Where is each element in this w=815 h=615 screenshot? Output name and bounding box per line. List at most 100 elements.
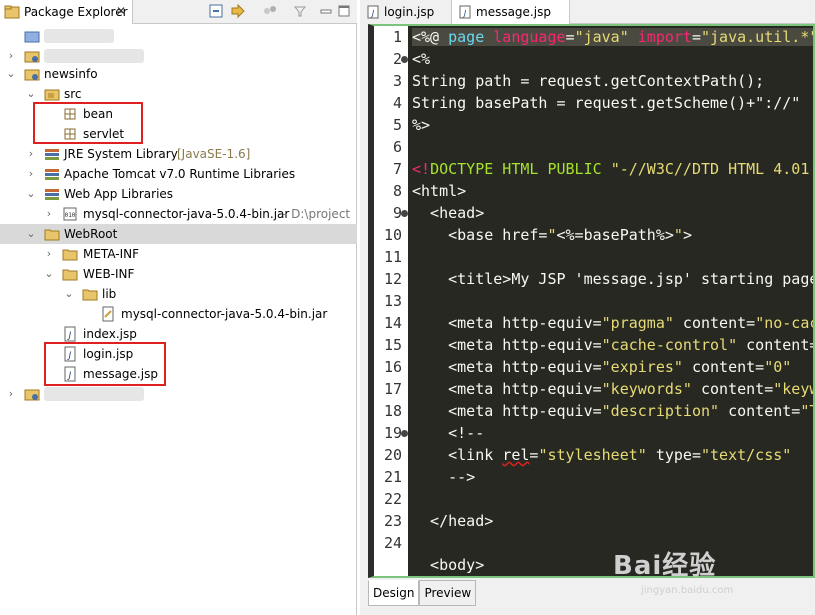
svg-text:010: 010	[65, 212, 76, 219]
line-number: 5	[392, 116, 402, 134]
fold-marker-icon[interactable]	[401, 56, 408, 63]
minimize-icon[interactable]	[318, 3, 334, 19]
watermark: Bai经验 jingyan.baidu.com	[613, 539, 793, 609]
code-line-2: <%	[412, 50, 431, 68]
chevron-right-icon[interactable]: ›	[26, 164, 36, 184]
chevron-down-icon[interactable]: ⌄	[26, 84, 36, 104]
tree-item-webapp-libraries[interactable]: ⌄ Web App Libraries	[0, 184, 357, 204]
code-line-7: <!DOCTYPE HTML PUBLIC "-//W3C//DTD HTML …	[412, 160, 810, 178]
tree-item-hidden-3[interactable]: ›	[0, 384, 357, 404]
code-line-23: </head>	[412, 512, 494, 530]
tree-label: newsinfo	[44, 67, 98, 81]
code-line-20: <link rel="stylesheet" type="text/css"	[412, 446, 792, 464]
fold-marker-icon[interactable]	[401, 210, 408, 217]
tree-item-meta-inf[interactable]: › META-INF	[0, 244, 357, 264]
tree-item-tomcat[interactable]: › Apache Tomcat v7.0 Runtime Libraries	[0, 164, 357, 184]
tree-label: JRE System Library	[64, 147, 178, 161]
folder-open-icon	[44, 229, 60, 241]
tree-label: Web App Libraries	[64, 187, 174, 201]
tree-label: WebRoot	[64, 227, 118, 241]
chevron-right-icon[interactable]: ›	[6, 384, 16, 404]
tree-item-hidden-1[interactable]	[0, 26, 357, 46]
folder-open-icon	[62, 269, 78, 281]
tree-item-src[interactable]: ⌄ src	[0, 84, 357, 104]
redacted-label	[44, 387, 144, 401]
folder-icon	[62, 249, 78, 261]
line-number: 12	[383, 270, 402, 288]
source-folder-icon	[44, 89, 60, 101]
code-line-19: <!--	[412, 424, 485, 442]
tree-item-jre[interactable]: › JRE System Library [JavaSE-1.6]	[0, 144, 357, 164]
tab-package-explorer[interactable]: Package Explorer ✕	[0, 0, 133, 24]
line-number: 3	[392, 72, 402, 90]
code-line-25: <body>	[412, 556, 485, 574]
folder-icon	[24, 31, 40, 43]
filter-icon[interactable]	[292, 3, 308, 19]
jar-icon: 010	[63, 207, 77, 221]
chevron-right-icon[interactable]: ›	[44, 244, 54, 264]
chevron-down-icon[interactable]: ⌄	[44, 264, 54, 284]
maximize-icon[interactable]	[336, 3, 352, 19]
chevron-right-icon[interactable]: ›	[26, 144, 36, 164]
tree-label: Apache Tomcat v7.0 Runtime Libraries	[64, 167, 296, 181]
code-area[interactable]: <%@ page language="java" import="java.ut…	[408, 26, 813, 576]
chevron-down-icon[interactable]: ⌄	[6, 64, 16, 84]
jsp-file-icon: J	[64, 326, 76, 342]
tree-item-newsinfo[interactable]: ⌄ newsinfo	[0, 64, 357, 84]
editor-panel: J login.jsp J message.jsp 1 2 3 4 5 6 7 …	[360, 0, 815, 615]
highlight-box-jsp-files	[44, 342, 166, 386]
tree-item-lib[interactable]: ⌄ lib	[0, 284, 357, 304]
tree-item-web-inf[interactable]: ⌄ WEB-INF	[0, 264, 357, 284]
code-line-21: -->	[412, 468, 476, 486]
line-number: 4	[392, 94, 402, 112]
chevron-right-icon[interactable]: ›	[6, 46, 16, 66]
collapse-all-icon[interactable]	[208, 3, 224, 19]
tree-label: WEB-INF	[83, 267, 135, 281]
link-with-editor-icon[interactable]	[230, 3, 246, 19]
tab-preview[interactable]: Preview	[419, 580, 477, 606]
line-number: 14	[383, 314, 402, 332]
fold-marker-icon[interactable]	[401, 430, 408, 437]
chevron-down-icon[interactable]: ⌄	[64, 284, 74, 304]
line-number: 9	[392, 204, 402, 222]
tree-label: META-INF	[83, 247, 140, 261]
explorer-tabbar: Package Explorer ✕	[0, 0, 357, 24]
line-number: 2	[392, 50, 402, 68]
tree-label: mysql-connector-java-5.0.4-bin.jar	[121, 307, 328, 321]
tab-design[interactable]: Design	[368, 580, 420, 606]
tab-login-jsp[interactable]: J login.jsp	[360, 0, 452, 24]
package-explorer-panel: Package Explorer ✕ › ⌄ newsinfo ⌄ src be…	[0, 0, 357, 615]
jar-file-icon	[102, 306, 114, 322]
tab-label: Package Explorer	[24, 5, 128, 19]
tree-item-hidden-2[interactable]: ›	[0, 46, 357, 66]
tree-label: src	[64, 87, 82, 101]
chevron-down-icon[interactable]: ⌄	[26, 224, 36, 244]
tree-label: lib	[102, 287, 117, 301]
code-editor[interactable]: 1 2 3 4 5 6 7 8 9 10 11 12 13 14 15 16 1…	[368, 24, 815, 578]
code-line-8: <html>	[412, 182, 467, 200]
tree-item-mysql-jar[interactable]: › 010 mysql-connector-java-5.0.4-bin.jar…	[0, 204, 357, 224]
view-menu-icon[interactable]	[262, 3, 278, 19]
line-number-gutter: 1 2 3 4 5 6 7 8 9 10 11 12 13 14 15 16 1…	[374, 26, 408, 576]
folder-open-icon	[82, 289, 98, 301]
tree-item-webroot[interactable]: ⌄ WebRoot	[0, 224, 357, 244]
line-number: 21	[383, 468, 402, 486]
tab-label: login.jsp	[384, 5, 435, 19]
tree-item-lib-jar[interactable]: mysql-connector-java-5.0.4-bin.jar	[0, 304, 357, 324]
close-icon[interactable]: ✕	[116, 4, 126, 18]
tab-message-jsp[interactable]: J message.jsp	[452, 0, 570, 24]
tree-item-index-jsp[interactable]: J index.jsp	[0, 324, 357, 344]
line-number: 10	[383, 226, 402, 244]
chevron-right-icon[interactable]: ›	[44, 204, 54, 224]
code-line-3: String path = request.getContextPath();	[412, 72, 765, 90]
chevron-down-icon[interactable]: ⌄	[26, 184, 36, 204]
line-number: 19	[383, 424, 402, 442]
line-number: 13	[383, 292, 402, 310]
code-line-5: %>	[412, 116, 431, 134]
line-number: 18	[383, 402, 402, 420]
line-number: 15	[383, 336, 402, 354]
library-icon	[45, 169, 59, 180]
line-number: 8	[392, 182, 402, 200]
line-number: 7	[392, 160, 402, 178]
editor-tabbar: J login.jsp J message.jsp	[360, 0, 815, 24]
